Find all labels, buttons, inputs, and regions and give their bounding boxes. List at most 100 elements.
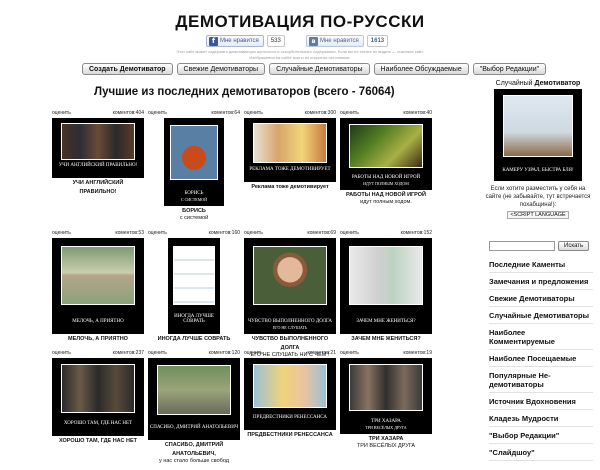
- demotivator-subcaption: три весёлых друга: [365, 425, 407, 430]
- comments-link[interactable]: коментов:69: [307, 230, 336, 238]
- demotivator-text: у нас стало больше свобод: [159, 458, 229, 464]
- comments-link[interactable]: коментов:300: [305, 110, 336, 118]
- comments-link[interactable]: коментов:19: [403, 350, 432, 358]
- demotivator-title[interactable]: ЧУВСТВО ВЫПОЛНЕННОГО: [242, 336, 338, 343]
- demotivator-image[interactable]: ХОРОШО ТАМ, ГДЕ НАС НЕТ: [52, 358, 144, 436]
- create-demotivator-button[interactable]: Создать Демотиватор: [82, 63, 173, 75]
- rate-link[interactable]: оценить: [148, 110, 167, 118]
- demotivator-text: с системой: [179, 215, 209, 221]
- fresh-demotivators-button[interactable]: Свежие Демотиваторы: [176, 63, 266, 75]
- demotivator-image[interactable]: УЧИ АНГЛИЙСКИЙ ПРАВИЛЬНО!: [52, 118, 144, 178]
- sidebar-item-most-visited[interactable]: Наиболее Посещаемые: [489, 350, 593, 367]
- comments-link[interactable]: коментов:64: [211, 110, 240, 118]
- vk-like[interactable]: в Мне нравится 1613: [306, 34, 389, 48]
- demotivator-title[interactable]: ИНОГДА ЛУЧШЕ СОВРАТЬ: [146, 336, 242, 343]
- sidebar-item-fresh[interactable]: Свежие Демотиваторы: [489, 290, 593, 307]
- embed-code[interactable]: <SCRIPT LANGUAGE: [507, 211, 569, 219]
- rate-link[interactable]: оценить: [244, 230, 263, 238]
- demotivator-title[interactable]: РАБОТЫ НАД НОВОЙ ИГРОЙ: [338, 192, 434, 199]
- demotivator-caption: ТРИ ХАЗАРА: [371, 419, 401, 424]
- demotivator-image[interactable]: РЕКЛАМА ТОЖЕ ДЕМОТИВИРУЕТ: [244, 118, 336, 182]
- photo-game: [349, 123, 423, 169]
- comments-link[interactable]: коментов:160: [209, 230, 240, 238]
- facebook-like-button[interactable]: f Мне нравится: [206, 35, 264, 47]
- disclaimer-line-2: Изображения на сайте взяты из открытых и…: [249, 55, 351, 60]
- photo-eagle: [502, 94, 574, 158]
- vk-like-button[interactable]: в Мне нравится: [306, 35, 364, 47]
- sidebar-item-latest-comments[interactable]: Последние Каменты: [489, 256, 593, 273]
- demotivator-title[interactable]: ПРЕДВЕСТНИКИ РЕНЕССАНСА: [242, 432, 338, 439]
- demotivator-title-2[interactable]: ПРАВИЛЬНО!: [50, 189, 146, 196]
- rate-link[interactable]: оценить: [340, 230, 359, 238]
- demotivator-caption: ЧУВСТВО ВЫПОЛНЕННОГО ДОЛГА: [247, 319, 332, 324]
- random-demotivators-button[interactable]: Случайные Демотиваторы: [269, 63, 370, 75]
- most-discussed-button[interactable]: Наиболее Обсуждаемые: [373, 63, 469, 75]
- sidebar-item-most-commented[interactable]: Наиболее Комментируемые: [489, 324, 593, 350]
- sidebar-item-inspiration[interactable]: Источник Вдохновения: [489, 393, 593, 410]
- editors-choice-button[interactable]: "Выбор Редакции": [472, 63, 547, 75]
- comments-link[interactable]: коментов:53: [115, 230, 144, 238]
- rate-link[interactable]: оценить: [52, 230, 71, 238]
- demotivator-title[interactable]: БОРИСЬ: [146, 208, 242, 215]
- sidebar-item-slideshow[interactable]: "Слайдшоу": [489, 444, 593, 461]
- demotivator-title-2[interactable]: АНАТОЛЬЕВИЧ,: [146, 451, 242, 458]
- rate-link[interactable]: оценить: [244, 350, 263, 358]
- sidebar-item-feedback[interactable]: Замечания и предложения: [489, 273, 593, 290]
- rate-link[interactable]: оценить: [340, 110, 359, 118]
- demotivator-title[interactable]: СПАСИБО, ДМИТРИЙ: [146, 442, 242, 449]
- demotivator-caption: ХОРОШО ТАМ, ГДЕ НАС НЕТ: [63, 421, 133, 426]
- sidebar-item-editors-choice[interactable]: "Выбор Редакции": [489, 427, 593, 444]
- rate-link[interactable]: оценить: [148, 350, 167, 358]
- facebook-like[interactable]: f Мне нравится 533: [206, 34, 285, 48]
- rate-link[interactable]: оценить: [148, 230, 167, 238]
- demotivator-title[interactable]: ХОРОШО ТАМ, ГДЕ НАС НЕТ: [50, 438, 146, 445]
- demotivator-card: оценить коментов:152 ЗАЧЕМ МНЕ ЖЕНИТЬСЯ? …: [338, 230, 434, 343]
- demotivator-image[interactable]: ИНОГДА ЛУЧШЕ СОВРАТЬ: [168, 238, 220, 334]
- photo-appliances: [349, 245, 423, 306]
- comments-link[interactable]: коментов:404: [113, 110, 144, 118]
- rate-link[interactable]: оценить: [340, 350, 359, 358]
- demotivator-subcaption: его не слушать: [272, 325, 308, 330]
- demotivator-title[interactable]: ЗАЧЕМ МНЕ ЖЕНИТЬСЯ?: [338, 336, 434, 343]
- comments-link[interactable]: коментов:21: [307, 350, 336, 358]
- comments-link[interactable]: коментов:40: [403, 110, 432, 118]
- demotivator-caption: ЗАЧЕМ МНЕ ЖЕНИТЬСЯ?: [356, 319, 416, 324]
- sidebar-item-popular-non-demotivators[interactable]: Популярные Не-демотиваторы: [489, 367, 593, 393]
- demotivator-title[interactable]: ТРИ ХАЗАРА: [338, 436, 434, 443]
- sidebar-item-wisdom[interactable]: Кладезь Мудрости: [489, 410, 593, 427]
- photo-faces: [61, 122, 135, 160]
- demotivator-image[interactable]: БОРИСЬ с системой: [164, 118, 224, 206]
- demotivator-title[interactable]: УЧИ АНГЛИЙСКИЙ: [50, 180, 146, 187]
- rate-link[interactable]: оценить: [52, 350, 71, 358]
- disclaimer-line: Этот сайт может содержать демотиваторы ш…: [176, 49, 424, 54]
- demotivator-caption: БОРИСЬ: [184, 191, 204, 196]
- random-demotivator-heading: Случайный Демотиватор: [495, 80, 581, 87]
- embed-note: Если хотите разместить у себя на сайте (…: [485, 186, 591, 208]
- random-demotivator-image[interactable]: КАМЕРУ УЗРАЛ, БЫСТРА БЛЯ!: [494, 89, 582, 181]
- demotivator-image[interactable]: РАБОТЫ НАД НОВОЙ ИГРОЙ идут полным ходом: [340, 118, 432, 190]
- demotivator-title[interactable]: МЕЛОЧЬ, А ПРИЯТНО: [50, 336, 146, 343]
- demotivator-card: оценить коментов:160 ИНОГДА ЛУЧШЕ СОВРАТЬ…: [146, 230, 242, 343]
- site-title[interactable]: ДЕМОТИВАЦИЯ ПО-РУССКИ: [0, 12, 600, 32]
- demotivator-image[interactable]: ЧУВСТВО ВЫПОЛНЕННОГО ДОЛГА его не слушат…: [244, 238, 336, 334]
- demotivator-caption: УЧИ АНГЛИЙСКИЙ ПРАВИЛЬНО!: [58, 163, 138, 168]
- search-input[interactable]: [489, 241, 555, 251]
- search-form: Искать: [489, 241, 590, 251]
- rate-link[interactable]: оценить: [52, 110, 71, 118]
- sidebar-item-random[interactable]: Случайные Демотиваторы: [489, 307, 593, 324]
- demotivator-title[interactable]: Реклама тоже демотивирует: [242, 184, 338, 191]
- demotivator-text: ТРИ ВЕСЁЛЫХ ДРУГА: [356, 443, 416, 449]
- section-title: Лучшие из последних демотиваторов (всего…: [94, 86, 395, 98]
- random-demotivator-caption: КАМЕРУ УЗРАЛ, БЫСТРА БЛЯ!: [502, 168, 574, 173]
- demotivator-image[interactable]: МЕЛОЧЬ, А ПРИЯТНО: [52, 238, 144, 334]
- demotivator-image[interactable]: ПРЕДВЕСТНИКИ РЕНЕССАНСА: [244, 358, 336, 430]
- search-button[interactable]: Искать: [558, 241, 590, 251]
- demotivator-image[interactable]: ТРИ ХАЗАРА три весёлых друга: [340, 358, 432, 434]
- demotivator-image[interactable]: СПАСИБО, ДМИТРИЙ АНАТОЛЬЕВИЧ: [148, 358, 240, 440]
- demotivator-image[interactable]: ЗАЧЕМ МНЕ ЖЕНИТЬСЯ?: [340, 238, 432, 334]
- rate-link[interactable]: оценить: [244, 110, 263, 118]
- comments-link[interactable]: коментов:152: [401, 230, 432, 238]
- comments-link[interactable]: коментов:120: [209, 350, 240, 358]
- comments-link[interactable]: коментов:237: [113, 350, 144, 358]
- photo-street: [157, 364, 231, 416]
